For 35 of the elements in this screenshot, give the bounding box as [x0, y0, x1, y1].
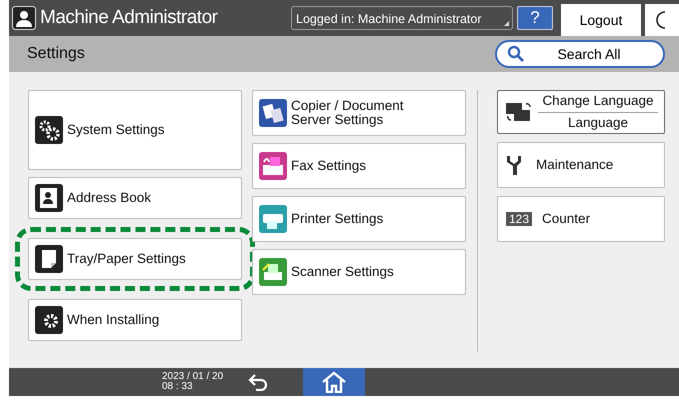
login-status-field[interactable]: Logged in: Machine Administrator	[291, 6, 513, 30]
home-icon	[321, 370, 347, 393]
maintenance-button[interactable]: Maintenance	[497, 142, 665, 188]
settings-tile[interactable]: Address Book	[28, 177, 242, 219]
settings-tile[interactable]: System Settings	[28, 90, 242, 170]
search-icon	[507, 45, 525, 63]
paper-icon	[35, 245, 63, 273]
counter-button[interactable]: 123 Counter	[497, 196, 665, 242]
settings-tile[interactable]: Scanner Settings	[252, 249, 466, 295]
address-book-icon	[35, 184, 63, 212]
time-text: 08 : 33	[162, 382, 194, 392]
search-all-button[interactable]: Search All	[495, 40, 665, 68]
user-icon	[12, 6, 36, 30]
back-arrow-icon	[247, 372, 269, 391]
gear-icon	[35, 306, 63, 334]
help-button[interactable]: ?	[517, 6, 553, 30]
header-title: Machine Administrator	[40, 6, 218, 30]
logout-button[interactable]: Logout	[561, 4, 641, 36]
counter-badge: 123	[506, 212, 532, 226]
energy-saver-button[interactable]	[645, 4, 679, 36]
documents-icon	[259, 99, 287, 127]
settings-tile[interactable]: Copier / Document Server Settings	[252, 90, 466, 136]
fax-icon	[259, 152, 287, 180]
home-button[interactable]	[303, 368, 365, 396]
printer-icon	[259, 205, 287, 233]
settings-tile[interactable]: Tray/Paper Settings	[28, 238, 242, 280]
settings-tile[interactable]: Fax Settings	[252, 143, 466, 189]
corner-triangle-icon	[504, 21, 509, 26]
settings-tile[interactable]: Printer Settings	[252, 196, 466, 242]
page-title: Settings	[27, 44, 85, 64]
gears-icon	[35, 116, 63, 144]
change-language-button[interactable]: Change Language Language	[497, 90, 665, 134]
settings-tile[interactable]: When Installing	[28, 299, 242, 341]
scanner-icon	[259, 258, 287, 286]
date-text: 2023 / 01 / 20	[162, 372, 224, 382]
